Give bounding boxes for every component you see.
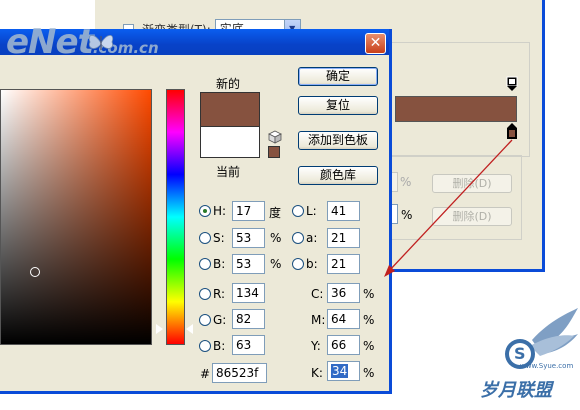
- s-label: S:: [213, 231, 225, 245]
- k-label: K:: [311, 366, 323, 380]
- radio-g[interactable]: [199, 314, 211, 326]
- radio-b[interactable]: [199, 258, 211, 270]
- new-color-swatch: [200, 92, 260, 126]
- b-label: B:: [213, 257, 226, 271]
- syue-logo: S www.Syue.com 岁月联盟: [470, 300, 580, 405]
- l-label: L:: [306, 204, 317, 218]
- hex-label: #: [200, 367, 211, 381]
- color-picker-dialog: ✕ 新的 当前 确定 复位 添加到色板 颜色库 H: 17 度 S: 53 % …: [0, 29, 392, 394]
- color-stop-icon[interactable]: [506, 122, 518, 140]
- radio-a[interactable]: [292, 232, 304, 244]
- location-percent: %: [401, 208, 413, 222]
- h-label: H:: [213, 204, 227, 218]
- logo-name: 岁月联盟: [480, 380, 552, 401]
- y-label: Y:: [311, 339, 321, 353]
- web-safe-swatch[interactable]: [268, 146, 280, 158]
- y-field[interactable]: 66: [327, 335, 360, 355]
- close-icon: ✕: [369, 35, 382, 51]
- k-value-selected: 34: [331, 364, 349, 378]
- h-field[interactable]: 17: [232, 201, 265, 221]
- a-label: a:: [306, 231, 318, 245]
- current-color-label: 当前: [216, 165, 241, 179]
- m-unit: %: [363, 313, 375, 327]
- rgb-b-field[interactable]: 63: [232, 335, 265, 355]
- hue-slider-left-arrow-icon[interactable]: [155, 323, 163, 335]
- a-field[interactable]: 21: [327, 228, 360, 248]
- gradient-bar[interactable]: [395, 96, 517, 122]
- y-unit: %: [363, 339, 375, 353]
- current-color-swatch[interactable]: [200, 126, 260, 158]
- color-field[interactable]: [0, 89, 152, 345]
- logo-site: www.Syue.com: [520, 362, 574, 370]
- c-unit: %: [363, 287, 375, 301]
- hue-slider[interactable]: [166, 89, 185, 345]
- hex-field[interactable]: 86523f: [212, 363, 267, 383]
- stops-panel: [380, 155, 522, 240]
- l-field[interactable]: 41: [327, 201, 360, 221]
- opacity-stop-icon[interactable]: [506, 76, 518, 92]
- lab-b-field[interactable]: 21: [327, 254, 360, 274]
- close-button[interactable]: ✕: [365, 33, 386, 54]
- m-label: M:: [311, 313, 326, 327]
- watermark-brand: eNet: [6, 22, 94, 62]
- opacity-percent: %: [400, 175, 412, 189]
- g-label: G:: [213, 313, 227, 327]
- h-unit: 度: [269, 206, 282, 220]
- delete-color-stop-button[interactable]: 删除(D): [432, 207, 512, 226]
- c-field[interactable]: 36: [327, 283, 360, 303]
- lab-b-label: b:: [306, 257, 318, 271]
- radio-rgb-b[interactable]: [199, 340, 211, 352]
- enet-watermark: eNet.com.cn: [6, 22, 206, 82]
- color-libraries-button[interactable]: 颜色库: [298, 166, 378, 185]
- butterfly-icon: [88, 34, 114, 50]
- radio-lab-b[interactable]: [292, 258, 304, 270]
- b-unit: %: [270, 257, 282, 271]
- ok-button[interactable]: 确定: [298, 67, 378, 86]
- r-label: R:: [213, 287, 226, 301]
- g-field[interactable]: 82: [232, 309, 265, 329]
- c-label: C:: [311, 287, 324, 301]
- color-field-marker[interactable]: [30, 267, 40, 277]
- m-field[interactable]: 64: [327, 309, 360, 329]
- delete-opacity-stop-button[interactable]: 删除(D): [432, 174, 512, 193]
- reset-button[interactable]: 复位: [298, 96, 378, 115]
- logo-letter: S: [514, 344, 526, 363]
- b-field[interactable]: 53: [232, 254, 265, 274]
- r-field[interactable]: 134: [232, 283, 265, 303]
- radio-h[interactable]: [199, 205, 211, 217]
- rgb-b-label: B:: [213, 339, 226, 353]
- radio-l[interactable]: [292, 205, 304, 217]
- new-color-label: 新的: [216, 77, 241, 91]
- k-field[interactable]: 34: [327, 361, 360, 381]
- radio-r[interactable]: [199, 288, 211, 300]
- hue-slider-right-arrow-icon[interactable]: [186, 324, 193, 334]
- k-unit: %: [363, 366, 375, 380]
- s-unit: %: [270, 231, 282, 245]
- radio-s[interactable]: [199, 232, 211, 244]
- web-safe-cube-icon[interactable]: [268, 130, 282, 144]
- s-field[interactable]: 53: [232, 228, 265, 248]
- add-to-swatches-button[interactable]: 添加到色板: [298, 131, 378, 150]
